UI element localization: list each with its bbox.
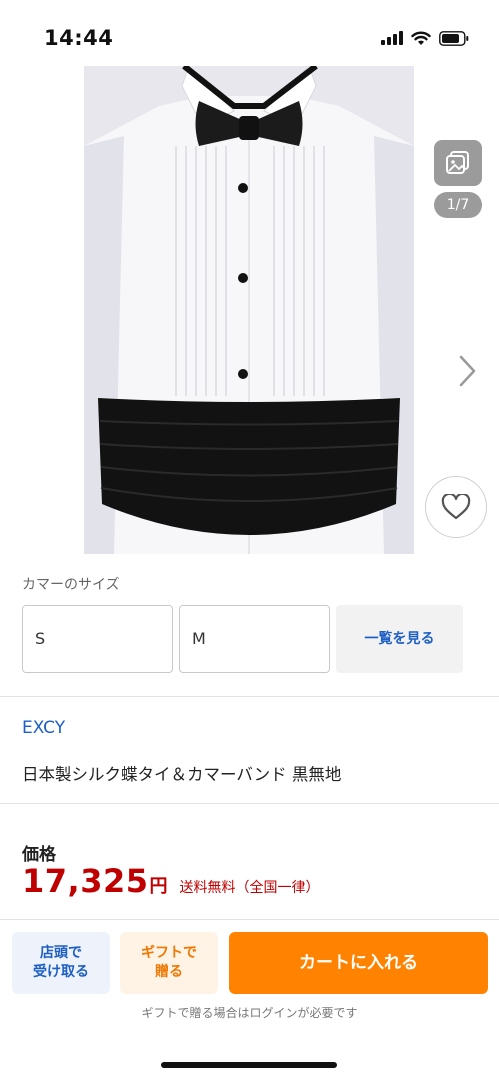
gift-login-note: ギフトで贈る場合はログインが必要です bbox=[141, 1006, 358, 1020]
add-to-cart-button[interactable]: カートに入れる bbox=[229, 932, 488, 994]
price-row: 17,325 円 送料無料（全国一律） bbox=[22, 862, 319, 900]
product-image[interactable] bbox=[84, 66, 414, 554]
gift-label-2: 贈る bbox=[155, 964, 183, 980]
divider bbox=[0, 696, 499, 697]
signal-icon bbox=[381, 31, 403, 45]
divider bbox=[0, 803, 499, 804]
size-section-title: カマーのサイズ bbox=[22, 577, 120, 593]
favorite-button[interactable] bbox=[425, 476, 487, 538]
store-pickup-button[interactable]: 店頭で 受け取る bbox=[12, 932, 110, 994]
product-gallery[interactable]: 1/7 bbox=[0, 66, 499, 554]
brand-link[interactable]: EXCY bbox=[22, 718, 65, 738]
price-value: 17,325 bbox=[22, 862, 149, 900]
size-option-s[interactable]: S bbox=[22, 605, 173, 673]
wifi-icon bbox=[411, 31, 431, 45]
size-option-m[interactable]: M bbox=[179, 605, 330, 673]
image-stack-icon[interactable] bbox=[434, 140, 482, 186]
home-indicator bbox=[161, 1062, 337, 1068]
divider bbox=[0, 919, 499, 920]
chevron-right-icon[interactable] bbox=[452, 354, 482, 388]
battery-icon bbox=[439, 30, 469, 46]
gift-label-1: ギフトで bbox=[141, 945, 197, 962]
store-pickup-label-2: 受け取る bbox=[33, 964, 89, 980]
status-icons bbox=[381, 28, 469, 48]
status-bar: 14:44 bbox=[0, 0, 499, 66]
view-all-sizes-button[interactable]: 一覧を見る bbox=[336, 605, 463, 673]
product-name: 日本製シルク蝶タイ＆カマーバンド 黒無地 bbox=[22, 765, 342, 784]
shipping-info: 送料無料（全国一律） bbox=[179, 880, 320, 896]
price-currency: 円 bbox=[149, 876, 168, 897]
heart-icon bbox=[441, 494, 471, 520]
gallery-pager: 1/7 bbox=[434, 192, 482, 218]
gallery-count[interactable]: 1/7 bbox=[434, 140, 482, 218]
status-time: 14:44 bbox=[44, 26, 114, 50]
store-pickup-label-1: 店頭で bbox=[40, 945, 82, 962]
gift-button[interactable]: ギフトで 贈る bbox=[120, 932, 218, 994]
